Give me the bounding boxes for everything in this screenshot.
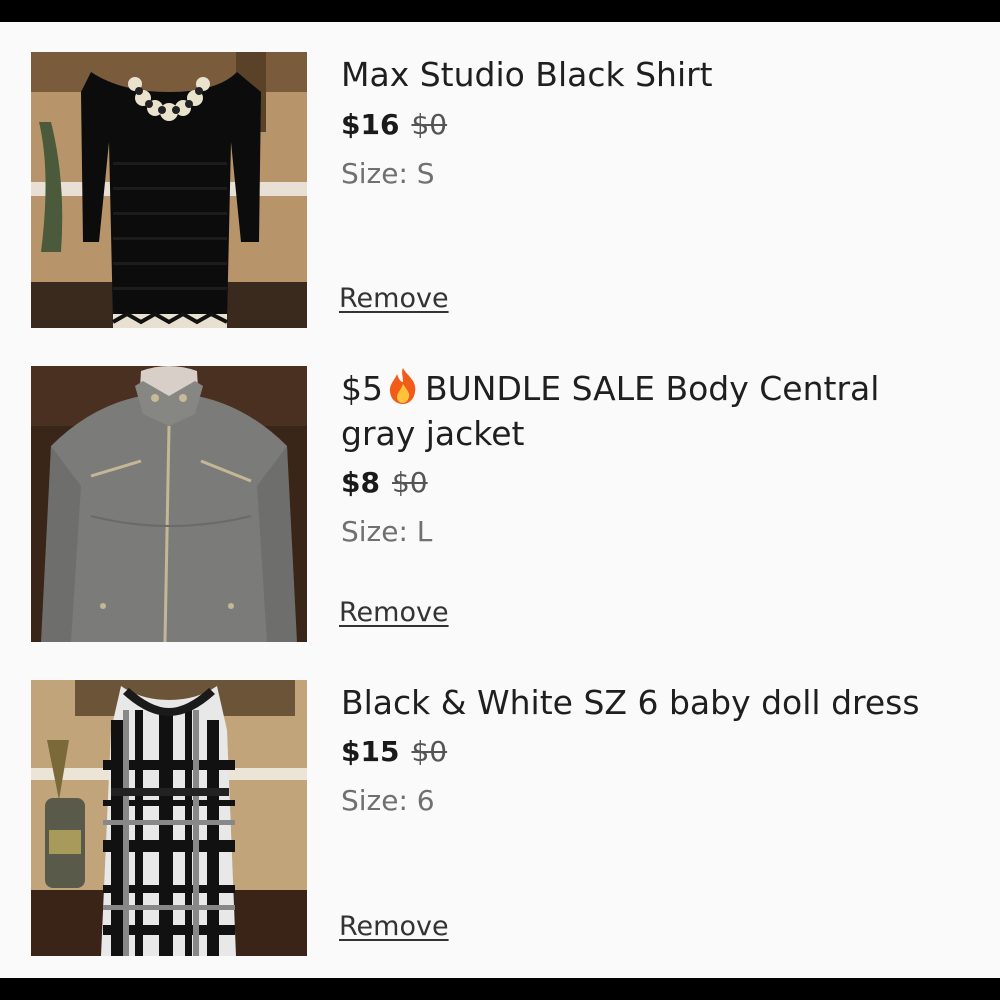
item-price: $8 (341, 466, 380, 499)
cart-item: $5 BUNDLE SALE Body Central gray jacket $… (0, 336, 1000, 642)
fire-icon (385, 366, 421, 406)
price-row: $15 $0 (341, 734, 447, 770)
title-prefix: $5 (341, 369, 383, 408)
item-original-price: $0 (391, 466, 428, 499)
item-size: Size: L (341, 515, 433, 548)
remove-button[interactable]: Remove (339, 282, 449, 316)
item-title[interactable]: $5 BUNDLE SALE Body Central gray jacket (341, 366, 941, 456)
price-row: $16 $0 (341, 107, 447, 143)
cart-list: Max Studio Black Shirt $16 $0 Size: S Rem… (0, 22, 1000, 978)
item-original-price: $0 (411, 108, 448, 141)
remove-button[interactable]: Remove (339, 910, 449, 944)
item-price: $15 (341, 735, 400, 768)
gray-jacket-photo-icon (31, 366, 307, 642)
item-original-price: $0 (411, 735, 448, 768)
plaid-dress-photo-icon (31, 680, 307, 956)
item-title[interactable]: Max Studio Black Shirt (341, 52, 941, 97)
item-price: $16 (341, 108, 400, 141)
product-image[interactable] (31, 680, 307, 956)
cart-item: Black & White SZ 6 baby doll dress $15 $0… (0, 650, 1000, 956)
item-size: Size: 6 (341, 784, 435, 817)
product-image[interactable] (31, 366, 307, 642)
cart-item: Max Studio Black Shirt $16 $0 Size: S Rem… (0, 22, 1000, 328)
black-shirt-photo-icon (31, 52, 307, 328)
item-size: Size: S (341, 157, 435, 190)
remove-button[interactable]: Remove (339, 596, 449, 630)
price-row: $8 $0 (341, 465, 428, 501)
title-text: BUNDLE SALE Body Central gray jacket (341, 369, 880, 453)
product-image[interactable] (31, 52, 307, 328)
item-title[interactable]: Black & White SZ 6 baby doll dress (341, 680, 941, 725)
